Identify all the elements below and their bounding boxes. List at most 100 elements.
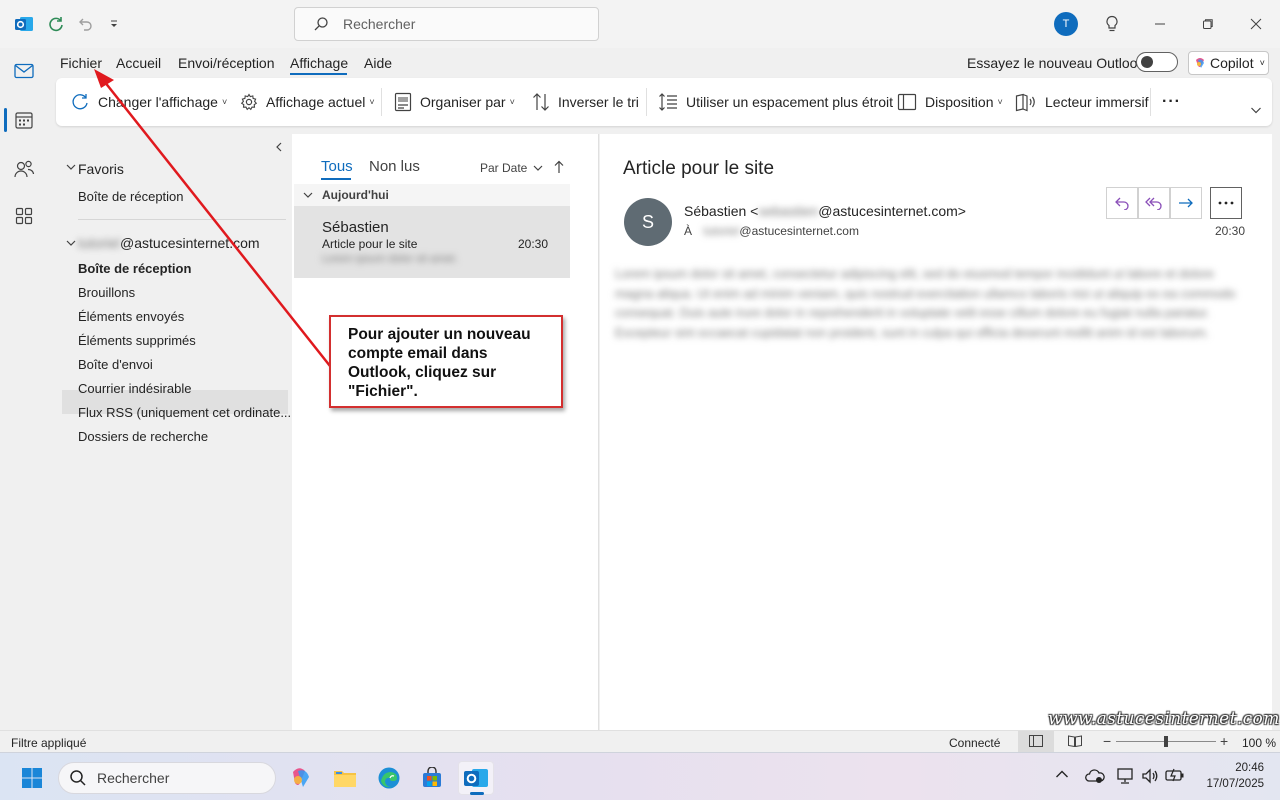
reverse-sort-button[interactable]: Inverser le tri	[532, 78, 639, 126]
rail-active-indicator	[4, 108, 7, 132]
tab-all[interactable]: Tous	[321, 158, 353, 175]
copilot-app-icon[interactable]	[283, 761, 319, 795]
folder-sent[interactable]: Éléments envoyés	[78, 309, 184, 324]
favorite-inbox[interactable]: Boîte de réception	[78, 189, 184, 204]
current-view-button[interactable]: Affichage actuel ˅	[240, 78, 375, 126]
taskbar-search[interactable]: Rechercher	[58, 762, 276, 794]
forward-button[interactable]	[1170, 187, 1202, 219]
chevron-down-icon	[303, 192, 313, 198]
search-icon	[314, 17, 328, 31]
folder-deleted[interactable]: Éléments supprimés	[78, 333, 196, 348]
close-button[interactable]	[1242, 10, 1270, 38]
search-input[interactable]: Rechercher	[294, 7, 599, 41]
onedrive-icon[interactable]	[1085, 768, 1105, 784]
sender-line[interactable]: Sébastien <sebastien@astucesinternet.com…	[684, 203, 966, 219]
sort-direction-icon[interactable]	[553, 160, 565, 174]
reply-button[interactable]	[1106, 187, 1138, 219]
chevron-down-icon[interactable]	[66, 239, 76, 247]
tab-unread[interactable]: Non lus	[369, 158, 420, 175]
annotation-callout: Pour ajouter un nouveau compte email dan…	[329, 315, 563, 408]
network-icon[interactable]	[1116, 767, 1134, 785]
volume-icon[interactable]	[1141, 767, 1159, 785]
folder-inbox[interactable]: Boîte de réception	[78, 261, 191, 276]
copilot-icon	[1196, 58, 1204, 68]
tab-accueil[interactable]: Accueil	[114, 55, 163, 73]
zoom-out-button[interactable]: −	[1103, 733, 1111, 749]
tab-envoi-reception[interactable]: Envoi/réception	[176, 55, 277, 73]
chevron-down-icon: ˅	[1259, 58, 1265, 68]
zoom-in-button[interactable]: +	[1220, 733, 1228, 749]
immersive-reader-label: Lecteur immersif	[1045, 94, 1149, 110]
layout-button[interactable]: Disposition ˅	[897, 78, 1003, 126]
people-icon[interactable]	[12, 157, 36, 181]
taskbar-date: 17/07/2025	[1206, 778, 1264, 790]
account-header[interactable]: tutoriel@astucesinternet.com	[78, 235, 260, 251]
more-actions-button[interactable]	[1210, 187, 1242, 219]
collapse-pane-icon[interactable]	[274, 142, 284, 152]
reply-all-icon	[1145, 197, 1162, 210]
apps-icon[interactable]	[12, 204, 36, 228]
copilot-button[interactable]: Copilot ˅	[1188, 51, 1269, 75]
new-outlook-toggle[interactable]	[1136, 52, 1178, 72]
arrange-by-button[interactable]: Organiser par ˅	[394, 78, 515, 126]
store-icon[interactable]	[414, 761, 450, 795]
sort-by-date-button[interactable]: Par Date	[480, 161, 543, 175]
zoom-slider-thumb[interactable]	[1164, 736, 1168, 747]
show-hidden-icons-icon[interactable]	[1055, 769, 1069, 779]
taskbar-time: 20:46	[1235, 762, 1264, 774]
taskbar: Rechercher 20:46 17/07/2025	[0, 752, 1280, 800]
immersive-reader-button[interactable]: Lecteur immersif	[1015, 78, 1148, 126]
mail-icon[interactable]	[12, 59, 36, 83]
folder-pane: Favoris Boîte de réception tutoriel@astu…	[56, 134, 292, 730]
message-preview: Lorem ipsum dolor sit amet.	[322, 253, 458, 265]
reading-view-button[interactable]	[1068, 735, 1082, 747]
change-view-button[interactable]: Changer l'affichage ˅	[70, 78, 227, 126]
forward-icon	[1179, 198, 1193, 208]
chevron-down-icon[interactable]	[66, 163, 76, 171]
reply-all-button[interactable]	[1138, 187, 1170, 219]
windows-start-icon[interactable]	[14, 761, 50, 795]
tab-fichier[interactable]: Fichier	[58, 55, 104, 73]
file-explorer-icon[interactable]	[327, 761, 363, 795]
edge-browser-icon[interactable]	[371, 761, 407, 795]
undo-icon[interactable]	[73, 12, 97, 36]
more-options-button[interactable]: ···	[1162, 78, 1181, 126]
tab-aide[interactable]: Aide	[362, 55, 394, 73]
sync-icon[interactable]	[44, 12, 68, 36]
email-time: 20:30	[1215, 224, 1246, 238]
folder-rss[interactable]: Flux RSS (uniquement cet ordinate...	[78, 405, 291, 420]
calendar-icon[interactable]	[12, 108, 36, 132]
email-body: Lorem ipsum dolor sit amet, consectetur …	[615, 267, 1236, 340]
narrow-spacing-button[interactable]: Utiliser un espacement plus étroit	[658, 78, 893, 126]
chevron-down-icon	[1251, 107, 1261, 114]
outlook-taskbar-icon[interactable]	[458, 761, 494, 795]
battery-icon[interactable]	[1165, 768, 1185, 782]
active-tab-indicator	[290, 73, 347, 75]
group-label: Aujourd'hui	[322, 188, 389, 202]
toggle-knob	[1141, 56, 1153, 68]
folder-drafts[interactable]: Brouillons	[78, 285, 135, 300]
folder-junk[interactable]: Courrier indésirable	[78, 381, 191, 396]
minimize-button[interactable]	[1146, 10, 1174, 38]
message-group-header[interactable]: Aujourd'hui	[294, 184, 570, 206]
folder-search[interactable]: Dossiers de recherche	[78, 429, 208, 444]
immersive-reader-icon	[1015, 93, 1035, 112]
avatar[interactable]: T	[1054, 12, 1078, 36]
customize-quick-access-icon[interactable]	[102, 12, 126, 36]
tab-affichage[interactable]: Affichage	[288, 55, 350, 73]
favorites-header[interactable]: Favoris	[78, 161, 124, 177]
title-bar: Rechercher T	[0, 0, 1280, 48]
reading-pane: Article pour le site S Sébastien <sebast…	[600, 134, 1272, 730]
lightbulb-icon[interactable]	[1100, 12, 1124, 36]
folder-outbox[interactable]: Boîte d'envoi	[78, 357, 153, 372]
search-placeholder: Rechercher	[343, 16, 416, 32]
taskbar-clock[interactable]: 20:46 17/07/2025	[1200, 760, 1264, 792]
list-item[interactable]: Sébastien Article pour le site 20:30 Lor…	[294, 206, 570, 278]
sort-icon	[533, 93, 549, 111]
normal-view-button[interactable]	[1018, 731, 1054, 752]
recipient-line: À tutoriel@astucesinternet.com	[684, 224, 859, 238]
restore-button[interactable]	[1194, 10, 1222, 38]
message-time: 20:30	[518, 237, 549, 251]
sender-avatar[interactable]: S	[624, 198, 672, 246]
expand-ribbon-button[interactable]	[1250, 86, 1262, 134]
